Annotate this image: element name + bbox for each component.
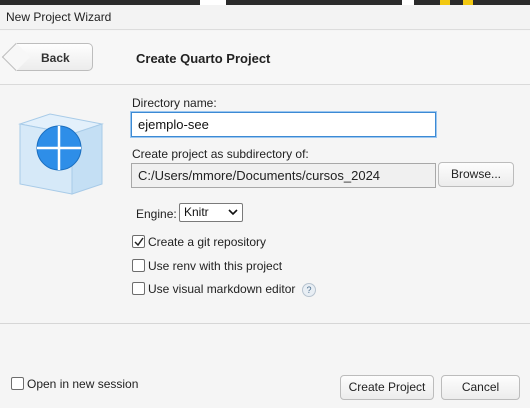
visual-editor-label: Use visual markdown editor <box>148 282 296 296</box>
subdirectory-label: Create project as subdirectory of: <box>132 147 309 161</box>
cancel-button[interactable]: Cancel <box>441 375 520 400</box>
create-project-button[interactable]: Create Project <box>340 375 434 400</box>
git-repository-label: Create a git repository <box>148 235 267 249</box>
help-icon[interactable]: ? <box>302 283 316 297</box>
engine-select[interactable]: Knitr <box>179 203 243 222</box>
quarto-project-cube-icon <box>18 113 104 195</box>
subdirectory-path-field[interactable]: C:/Users/mmore/Documents/cursos_2024 <box>131 163 436 188</box>
renv-checkbox[interactable] <box>132 259 145 272</box>
window-titlebar: New Project Wizard <box>0 5 530 30</box>
directory-name-label: Directory name: <box>132 96 217 110</box>
renv-label: Use renv with this project <box>148 259 283 273</box>
wizard-header: Back Create Quarto Project <box>0 31 530 85</box>
directory-name-input[interactable]: ejemplo-see <box>131 112 436 137</box>
engine-select-value: Knitr <box>184 205 209 219</box>
window-title: New Project Wizard <box>6 10 112 24</box>
new-session-label: Open in new session <box>27 377 139 391</box>
back-button-label: Back <box>41 51 70 65</box>
chevron-down-icon <box>228 209 238 216</box>
back-arrow-icon <box>1 42 31 72</box>
checkmark-icon <box>134 237 144 247</box>
back-button[interactable]: Back <box>1 42 93 72</box>
git-repository-checkbox[interactable] <box>132 235 145 248</box>
engine-label: Engine: <box>136 207 177 221</box>
wizard-title: Create Quarto Project <box>136 51 271 66</box>
new-session-checkbox[interactable] <box>11 377 24 390</box>
visual-editor-checkbox[interactable] <box>132 282 145 295</box>
browse-button[interactable]: Browse... <box>438 162 514 187</box>
